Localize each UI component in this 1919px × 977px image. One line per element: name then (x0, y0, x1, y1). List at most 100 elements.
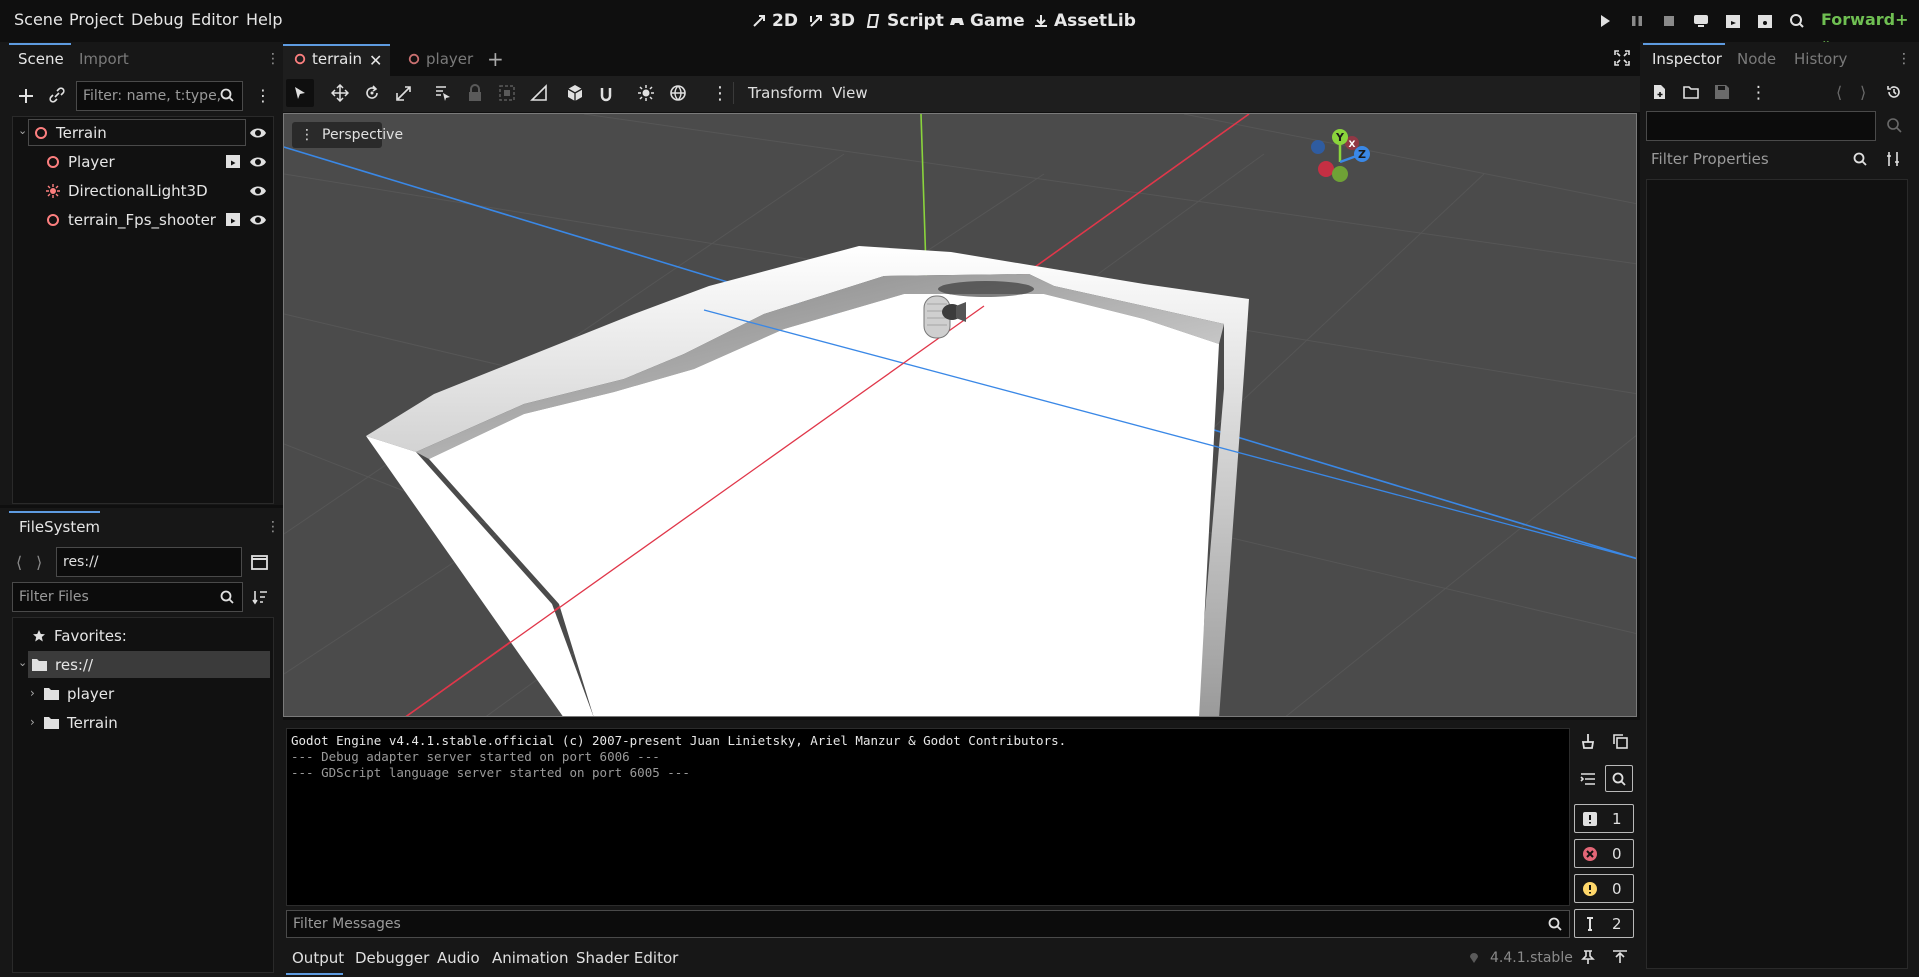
view-menu[interactable]: View (832, 84, 868, 102)
tab-node[interactable]: Node (1737, 50, 1776, 68)
tree-item-terrain-fps-shooter[interactable]: terrain_Fps_shooter (46, 206, 216, 233)
visibility-eye-icon[interactable] (249, 182, 267, 200)
clear-output-icon[interactable] (1580, 733, 1596, 749)
workspace-script-button[interactable]: Script (866, 8, 944, 34)
remote-debug-button[interactable] (1691, 11, 1711, 31)
tree-item-directionallight3d[interactable]: DirectionalLight3D (46, 177, 208, 204)
split-mode-icon[interactable] (251, 554, 268, 571)
add-node-button[interactable] (15, 85, 37, 107)
expand-arrow-icon[interactable]: › (30, 686, 35, 700)
scale-mode-icon[interactable] (395, 84, 413, 102)
doc-search-icon[interactable] (1885, 117, 1903, 135)
dock-menu-icon[interactable]: ⋮ (266, 519, 280, 535)
filesystem-path-input[interactable]: res:// (56, 547, 242, 577)
rotate-mode-icon[interactable] (363, 84, 381, 102)
object-history-icon[interactable] (1886, 84, 1902, 100)
group-icon[interactable] (498, 84, 516, 102)
visibility-eye-icon[interactable] (249, 124, 267, 142)
tree-item-terrain[interactable]: Terrain (34, 119, 107, 146)
instance-scene-button[interactable] (48, 86, 68, 106)
visibility-eye-icon[interactable] (249, 211, 267, 229)
tree-item-player[interactable]: Player (46, 148, 115, 175)
transform-menu[interactable]: Transform (748, 84, 823, 102)
folder-item-terrain[interactable]: Terrain (44, 709, 118, 736)
list-select-icon[interactable] (434, 84, 452, 102)
lock-icon[interactable] (467, 84, 483, 102)
3d-viewport[interactable]: ⋮ Perspective Y X Z (283, 113, 1637, 717)
history-forward-icon[interactable]: ⟩ (36, 553, 42, 572)
folder-item-res[interactable]: res:// (32, 651, 93, 678)
update-spinner-icon[interactable] (1467, 950, 1481, 964)
folder-item-player[interactable]: player (44, 680, 114, 707)
pin-panel-icon[interactable] (1580, 949, 1596, 965)
ruler-icon[interactable] (530, 84, 548, 102)
filter-editor-messages-toggle[interactable]: 2 (1574, 909, 1634, 938)
expand-panel-icon[interactable] (1612, 949, 1628, 965)
view-gizmo[interactable]: Y X Z (1304, 126, 1376, 198)
play-scene-button[interactable] (1723, 11, 1743, 31)
bottom-tab-audio[interactable]: Audio (437, 949, 480, 967)
distraction-free-icon[interactable] (1614, 50, 1630, 66)
movie-maker-button[interactable] (1787, 11, 1807, 31)
copy-icon[interactable] (1612, 733, 1628, 749)
open-scene-icon[interactable] (225, 153, 241, 169)
expand-arrow-icon[interactable]: › (30, 715, 35, 729)
history-forward-icon[interactable]: ⟩ (1860, 83, 1866, 102)
tab-import[interactable]: Import (79, 50, 129, 68)
collapse-lines-icon[interactable] (1580, 771, 1596, 787)
toolbar-more-icon[interactable]: ⋮ (711, 83, 729, 104)
bottom-tab-shader-editor[interactable]: Shader Editor (576, 949, 678, 967)
dock-menu-icon[interactable]: ⋮ (1897, 51, 1911, 67)
select-mode-button[interactable] (286, 79, 314, 107)
visibility-eye-icon[interactable] (249, 153, 267, 171)
collapse-arrow-icon[interactable]: ⌄ (18, 656, 27, 669)
local-space-icon[interactable] (566, 84, 584, 102)
workspace-assetlib-button[interactable]: AssetLib (1033, 8, 1136, 34)
open-scene-icon[interactable] (225, 211, 241, 227)
sun-toggle-icon[interactable] (637, 84, 655, 102)
filter-errors-toggle[interactable]: 0 (1574, 839, 1634, 868)
workspace-3d-button[interactable]: 3D (808, 8, 855, 34)
menu-project[interactable]: Project (69, 10, 124, 29)
scene-filter-menu-icon[interactable]: ⋮ (255, 86, 271, 105)
add-scene-tab-icon[interactable]: + (487, 47, 504, 71)
output-log[interactable]: Godot Engine v4.4.1.stable.official (c) … (286, 728, 1570, 906)
filesystem-filter-input[interactable]: Filter Files (12, 582, 243, 612)
perspective-menu-button[interactable]: ⋮ Perspective (292, 122, 403, 148)
filter-messages-input[interactable]: Filter Messages (286, 910, 1570, 938)
tab-inspector[interactable]: Inspector (1652, 50, 1722, 68)
save-resource-icon[interactable] (1714, 84, 1730, 100)
move-mode-icon[interactable] (331, 84, 349, 102)
filter-properties-placeholder[interactable]: Filter Properties (1651, 150, 1769, 168)
new-resource-icon[interactable] (1652, 84, 1668, 100)
tab-filesystem[interactable]: FileSystem (19, 518, 100, 536)
stop-button[interactable] (1659, 11, 1679, 31)
workspace-game-button[interactable]: Game (949, 8, 1025, 34)
history-back-icon[interactable]: ⟨ (1836, 83, 1842, 102)
open-resource-icon[interactable] (1683, 84, 1699, 100)
bottom-tab-animation[interactable]: Animation (492, 949, 568, 967)
dock-menu-icon[interactable]: ⋮ (266, 51, 280, 67)
bottom-tab-output[interactable]: Output (292, 949, 344, 967)
menu-scene[interactable]: Scene (14, 10, 63, 29)
close-icon[interactable]: ✕ (369, 51, 382, 70)
menu-editor[interactable]: Editor (191, 10, 238, 29)
resource-menu-icon[interactable]: ⋮ (1750, 83, 1767, 103)
scene-filter-input[interactable]: Filter: name, t:type, (76, 81, 243, 111)
tab-history[interactable]: History (1794, 50, 1847, 68)
filter-messages-toggle[interactable]: 1 (1574, 804, 1634, 833)
play-button[interactable] (1595, 11, 1615, 31)
history-back-icon[interactable]: ⟨ (16, 553, 22, 572)
favorites-item[interactable]: Favorites: (32, 622, 127, 649)
tab-scene[interactable]: Scene (18, 50, 64, 68)
bottom-tab-debugger[interactable]: Debugger (355, 949, 429, 967)
pause-button[interactable] (1627, 11, 1647, 31)
inspector-options-icon[interactable] (1885, 151, 1901, 167)
collapse-arrow-icon[interactable]: ⌄ (18, 124, 27, 137)
search-toggle-button[interactable] (1605, 765, 1633, 792)
snap-icon[interactable] (598, 84, 616, 102)
object-path-field[interactable] (1646, 111, 1876, 141)
workspace-2d-button[interactable]: 2D (751, 8, 798, 34)
filter-warnings-toggle[interactable]: 0 (1574, 874, 1634, 903)
sort-icon[interactable] (252, 589, 268, 605)
